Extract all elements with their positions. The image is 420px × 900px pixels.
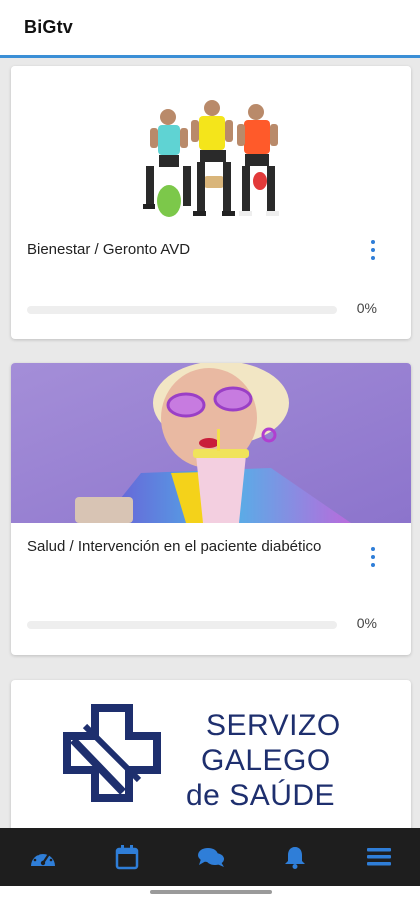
course-card[interactable]: Salud / Intervención en el paciente diab… xyxy=(11,363,411,655)
menu-icon xyxy=(367,848,391,866)
more-options-icon[interactable] xyxy=(369,547,377,571)
progress-bar xyxy=(27,306,337,314)
course-card[interactable]: SERVIZO GALEGO de SAÚDE xyxy=(11,680,411,828)
home-indicator[interactable] xyxy=(150,890,272,894)
app-title: BiGtv xyxy=(24,17,74,37)
bell-icon xyxy=(285,847,305,869)
tab-menu[interactable] xyxy=(362,842,396,872)
bottom-tab-bar xyxy=(0,828,420,886)
calendar-icon xyxy=(115,845,139,870)
tab-calendar[interactable] xyxy=(110,842,144,872)
progress-percent: 0% xyxy=(356,615,377,631)
servizo-galego-de-saude-logo[interactable]: SERVIZO GALEGO de SAÚDE xyxy=(11,680,411,828)
tab-dashboard[interactable] xyxy=(26,842,60,872)
tab-notifications[interactable] xyxy=(278,842,312,872)
course-thumbnail[interactable] xyxy=(11,363,411,523)
dashboard-gauge-icon xyxy=(31,850,55,866)
logo-line-1: SERVIZO xyxy=(206,709,341,742)
tab-chat[interactable] xyxy=(194,842,228,872)
course-title[interactable]: Salud / Intervención en el paciente diab… xyxy=(27,537,327,557)
progress-bar xyxy=(27,621,337,629)
logo-line-2: GALEGO xyxy=(201,744,331,777)
app-bar: BiGtv xyxy=(0,0,420,58)
logo-line-3: de SAÚDE xyxy=(186,779,335,812)
course-list[interactable]: Bienestar / Geronto AVD 0% Salud / Inter… xyxy=(0,58,420,828)
chat-bubbles-icon xyxy=(198,848,224,867)
progress-percent: 0% xyxy=(356,300,377,316)
course-thumbnail[interactable] xyxy=(11,66,411,226)
more-options-icon[interactable] xyxy=(369,240,377,264)
course-title[interactable]: Bienestar / Geronto AVD xyxy=(27,240,327,260)
course-card[interactable]: Bienestar / Geronto AVD 0% xyxy=(11,66,411,339)
